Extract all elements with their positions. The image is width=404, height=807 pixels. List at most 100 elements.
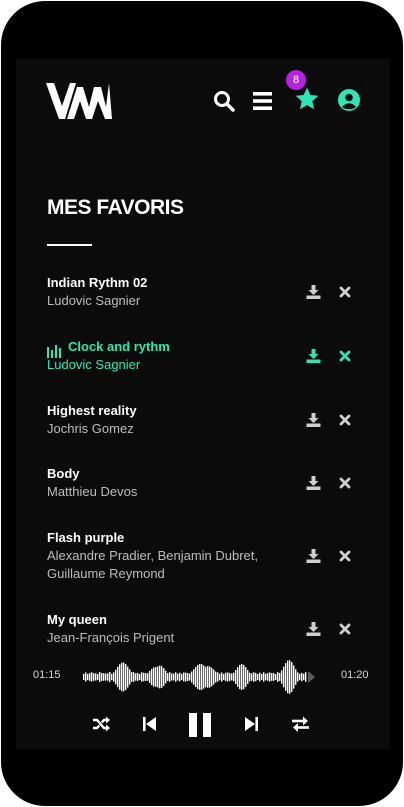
waveform-bar xyxy=(249,672,251,682)
waveform-bar xyxy=(231,673,233,681)
playhead-marker xyxy=(308,671,315,683)
waveform-bar xyxy=(237,667,239,687)
waveform-bar xyxy=(165,670,167,684)
download-icon[interactable] xyxy=(306,549,321,563)
track-item[interactable]: Highest reality Jochris Gomez xyxy=(47,402,357,438)
waveform-bar xyxy=(133,672,135,682)
waveform-bar xyxy=(261,673,263,681)
waveform-bar xyxy=(149,670,151,684)
waveform-bar xyxy=(245,667,247,687)
waveform-bar xyxy=(227,672,229,682)
waveform-bar xyxy=(131,672,133,682)
waveform-bar xyxy=(243,664,245,690)
vam-logo[interactable] xyxy=(46,81,112,121)
waveform-scrubber[interactable] xyxy=(83,657,315,697)
waveform-bar xyxy=(89,672,91,682)
star-icon[interactable] xyxy=(294,86,320,112)
waveform-bar xyxy=(211,667,213,687)
waveform-bar xyxy=(303,673,305,681)
menu-icon[interactable] xyxy=(251,89,275,113)
download-icon[interactable] xyxy=(306,349,321,363)
page-title: MES FAVORIS xyxy=(47,196,184,219)
previous-icon[interactable] xyxy=(143,717,156,731)
waveform-bar xyxy=(173,673,175,681)
next-icon[interactable] xyxy=(245,717,258,731)
waveform-bar xyxy=(171,673,173,681)
track-item-playing[interactable]: Clock and rythm Ludovic Sagnier xyxy=(47,338,357,374)
waveform-bar xyxy=(117,666,119,688)
download-icon[interactable] xyxy=(306,476,321,490)
waveform-bar xyxy=(219,673,221,681)
waveform-bar xyxy=(107,673,109,681)
track-artist: Matthieu Devos xyxy=(47,484,138,499)
waveform-bar xyxy=(265,673,267,681)
waveform-bar xyxy=(217,672,219,682)
shuffle-icon[interactable] xyxy=(92,715,110,733)
waveform-bar xyxy=(297,672,299,682)
waveform-bar xyxy=(235,670,237,684)
waveform-bar xyxy=(161,666,163,688)
waveform-bar xyxy=(291,662,293,692)
waveform-bar xyxy=(119,664,121,690)
waveform-bar xyxy=(305,672,307,682)
waveform-bar xyxy=(239,664,241,690)
waveform-bar xyxy=(103,673,105,681)
waveform-bar xyxy=(251,673,253,681)
waveform-bar xyxy=(145,673,147,681)
remove-icon[interactable] xyxy=(339,286,351,298)
waveform-bar xyxy=(259,672,261,682)
waveform-bar xyxy=(301,672,303,682)
waveform-bar xyxy=(123,662,125,692)
waveform-bar xyxy=(255,672,257,682)
track-title: Flash purple xyxy=(47,530,125,545)
track-item[interactable]: Indian Rythm 02 Ludovic Sagnier xyxy=(47,274,357,310)
waveform-bar xyxy=(267,673,269,681)
waveform-bar xyxy=(269,672,271,682)
track-item[interactable]: Flash purple Alexandre Pradier, Benjamin… xyxy=(47,529,357,583)
download-icon[interactable] xyxy=(306,285,321,299)
repeat-icon[interactable] xyxy=(291,715,310,733)
waveform-bar xyxy=(99,672,101,682)
waveform-bar xyxy=(199,664,201,690)
search-icon[interactable] xyxy=(212,89,236,113)
waveform-bar xyxy=(183,672,185,682)
remove-icon[interactable] xyxy=(339,350,351,362)
track-artist: Alexandre Pradier, Benjamin Dubret, Guil… xyxy=(47,548,259,581)
waveform-bar xyxy=(299,673,301,681)
waveform-bar xyxy=(209,666,211,688)
waveform-bar xyxy=(201,664,203,690)
waveform-bar xyxy=(109,671,111,683)
track-item[interactable]: Body Matthieu Devos xyxy=(47,465,357,501)
download-icon[interactable] xyxy=(306,413,321,427)
waveform-bar xyxy=(223,673,225,681)
waveform-bar xyxy=(257,673,259,681)
waveform-bar xyxy=(83,674,85,680)
waveform-bar xyxy=(175,672,177,682)
remove-icon[interactable] xyxy=(339,550,351,562)
duration-time: 01:20 xyxy=(341,669,369,681)
waveform-bar xyxy=(97,673,99,681)
track-title-text: Clock and rythm xyxy=(68,339,170,354)
phone-frame: 8 MES FAVORIS Indian Rythm 02 Ludovic Sa… xyxy=(1,1,403,806)
waveform-bar xyxy=(129,669,131,685)
pause-icon[interactable] xyxy=(189,713,211,737)
remove-icon[interactable] xyxy=(339,477,351,489)
track-artist: Ludovic Sagnier xyxy=(47,357,141,372)
waveform-bar xyxy=(193,669,195,685)
track-artist: Ludovic Sagnier xyxy=(47,293,141,308)
waveform-bar xyxy=(283,666,285,688)
remove-icon[interactable] xyxy=(339,623,351,635)
waveform-bar xyxy=(273,673,275,681)
waveform-bar xyxy=(225,672,227,682)
track-item[interactable]: My queen Jean-François Prigent xyxy=(47,611,357,647)
waveform-bar xyxy=(207,666,209,688)
user-icon[interactable] xyxy=(337,88,361,112)
remove-icon[interactable] xyxy=(339,414,351,426)
waveform-bar xyxy=(125,664,127,690)
waveform-bar xyxy=(169,672,171,682)
waveform-bar xyxy=(147,673,149,681)
waveform-bar xyxy=(253,672,255,682)
waveform-bar xyxy=(277,672,279,682)
waveform-bar xyxy=(115,669,117,685)
download-icon[interactable] xyxy=(306,622,321,636)
